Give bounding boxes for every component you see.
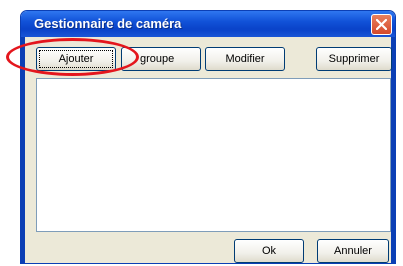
dialog-title: Gestionnaire de caméra xyxy=(34,16,182,31)
add-button[interactable]: Ajouter xyxy=(36,47,116,71)
close-icon xyxy=(376,19,387,30)
window-border-right xyxy=(391,37,395,263)
close-button[interactable] xyxy=(371,14,392,35)
focus-rectangle xyxy=(39,50,113,68)
cancel-button-label: Annuler xyxy=(334,245,372,257)
group-button-label: groupe xyxy=(140,53,175,65)
window-border-left xyxy=(21,37,25,263)
group-button[interactable]: groupe xyxy=(121,47,201,71)
modify-button-label: Modifier xyxy=(225,53,265,65)
delete-button-label: Supprimer xyxy=(328,53,380,65)
cancel-button[interactable]: Annuler xyxy=(317,239,389,263)
ok-button[interactable]: Ok xyxy=(234,239,304,263)
ok-button-label: Ok xyxy=(261,245,277,257)
delete-button[interactable]: Supprimer xyxy=(316,47,392,71)
camera-list[interactable] xyxy=(36,78,391,232)
modify-button[interactable]: Modifier xyxy=(205,47,285,71)
camera-manager-dialog: Gestionnaire de caméra Ajouter groupe Mo… xyxy=(20,10,396,264)
title-bar[interactable]: Gestionnaire de caméra xyxy=(21,11,395,37)
